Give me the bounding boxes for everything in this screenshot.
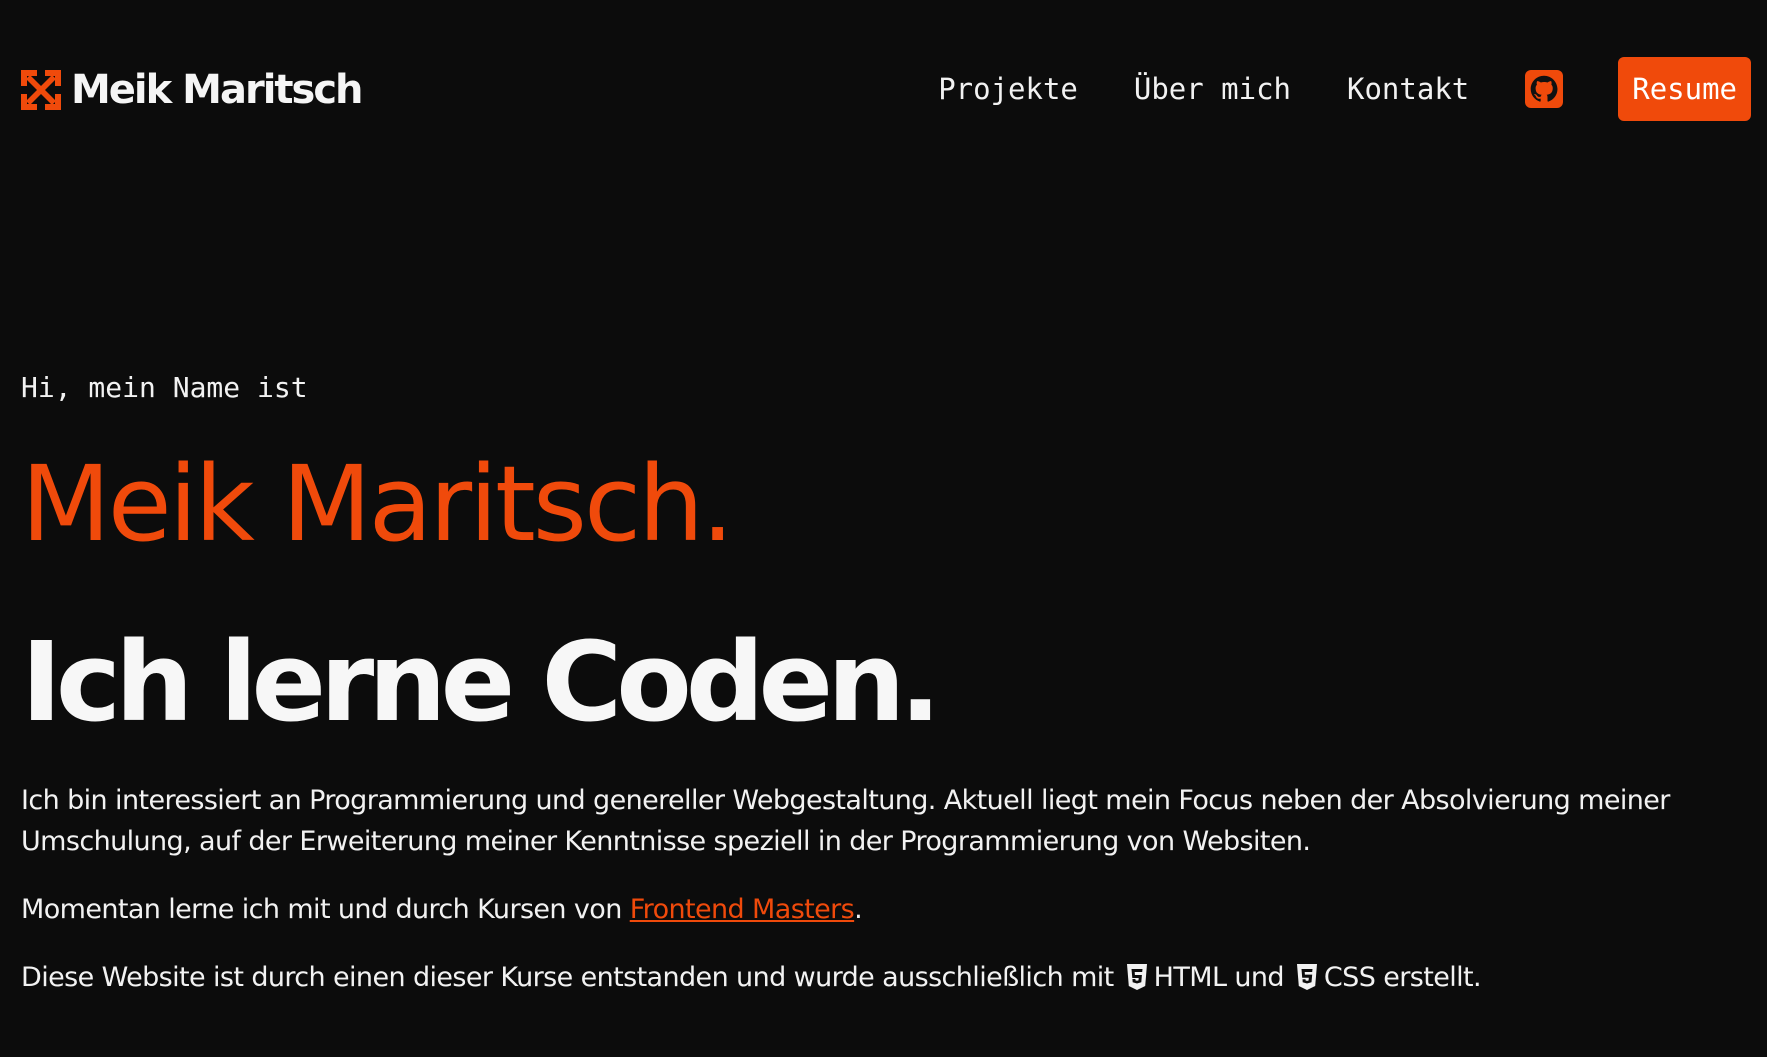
hero-greeting: Hi, mein Name ist [21, 371, 308, 404]
brand-home-link[interactable]: Meik Maritsch [21, 66, 364, 114]
built-with-text: Diese Website ist durch einen dieser Kur… [21, 962, 1122, 993]
built-with-paragraph: Diese Website ist durch einen dieser Kur… [21, 957, 1721, 998]
html5-icon [1126, 964, 1147, 990]
main-nav: Projekte Über mich Kontakt Resume [938, 57, 1751, 121]
hero-section: Hi, mein Name ist Meik Maritsch. Ich ler… [21, 360, 1721, 998]
nav-link-projekte[interactable]: Projekte [938, 72, 1078, 106]
built-with-end: erstellt. [1375, 962, 1481, 993]
github-link[interactable] [1525, 70, 1564, 108]
brand-name: Meik Maritsch [71, 67, 364, 113]
nav-link-kontakt[interactable]: Kontakt [1347, 72, 1469, 106]
site-header: Meik Maritsch Projekte Über mich Kontakt… [0, 0, 1767, 180]
nav-link-ueber-mich[interactable]: Über mich [1134, 72, 1291, 106]
courses-text: Momentan lerne ich mit und durch Kursen … [21, 894, 630, 925]
courses-period: . [854, 894, 863, 925]
frontend-masters-link[interactable]: Frontend Masters [630, 894, 855, 925]
hero-name: Meik Maritsch. [21, 443, 734, 565]
hero-tagline: Ich lerne Coden. [21, 618, 941, 746]
css-label: CSS [1323, 962, 1376, 993]
resume-button[interactable]: Resume [1618, 57, 1751, 121]
brand-logo-icon [21, 70, 61, 110]
css3-icon [1296, 964, 1317, 990]
github-icon [1530, 75, 1558, 102]
built-with-and: und [1226, 962, 1292, 993]
courses-paragraph: Momentan lerne ich mit und durch Kursen … [21, 889, 1721, 930]
intro-paragraph: Ich bin interessiert an Programmierung u… [21, 785, 1670, 857]
html-label: HTML [1153, 962, 1227, 993]
